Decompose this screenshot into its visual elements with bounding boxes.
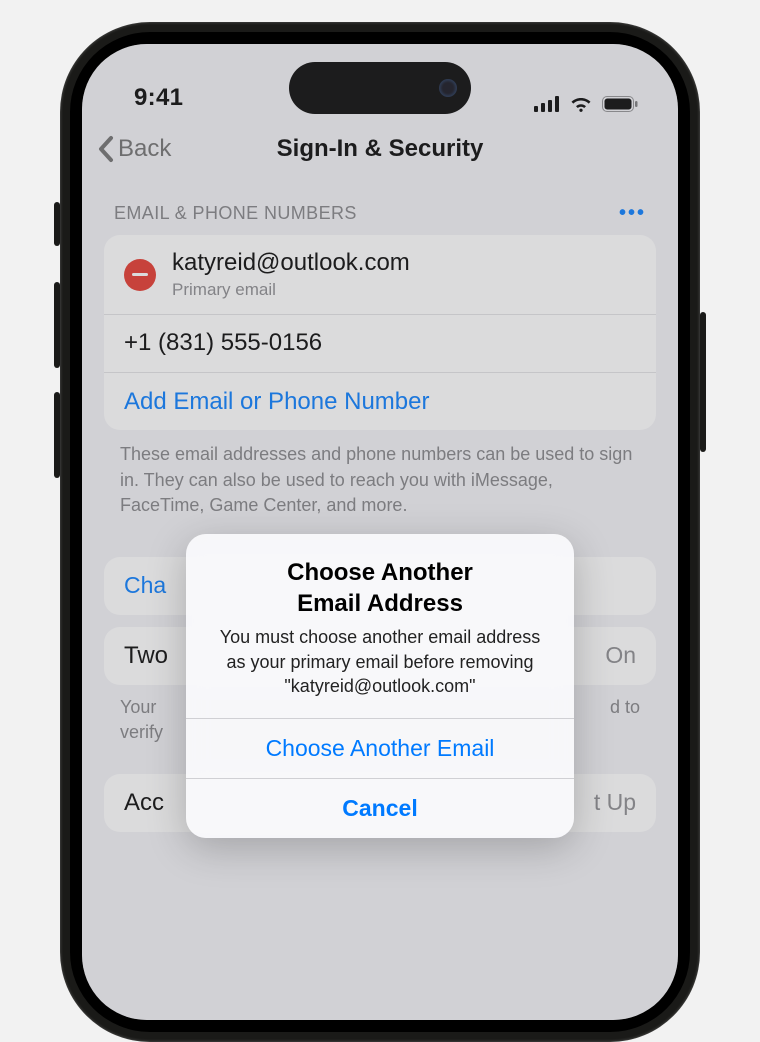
choose-another-email-button[interactable]: Choose Another Email bbox=[186, 718, 574, 778]
phone-frame: 9:41 Back Sign-In & Security EMAIL & PHO… bbox=[60, 22, 700, 1042]
alert-body: Choose Another Email Address You must ch… bbox=[186, 534, 574, 718]
screen: 9:41 Back Sign-In & Security EMAIL & PHO… bbox=[82, 44, 678, 1020]
alert-title: Choose Another Email Address bbox=[210, 558, 550, 619]
alert-dialog: Choose Another Email Address You must ch… bbox=[186, 534, 574, 838]
alert-message: You must choose another email address as… bbox=[210, 625, 550, 698]
modal-backdrop[interactable] bbox=[82, 44, 678, 1020]
cancel-button[interactable]: Cancel bbox=[186, 778, 574, 838]
